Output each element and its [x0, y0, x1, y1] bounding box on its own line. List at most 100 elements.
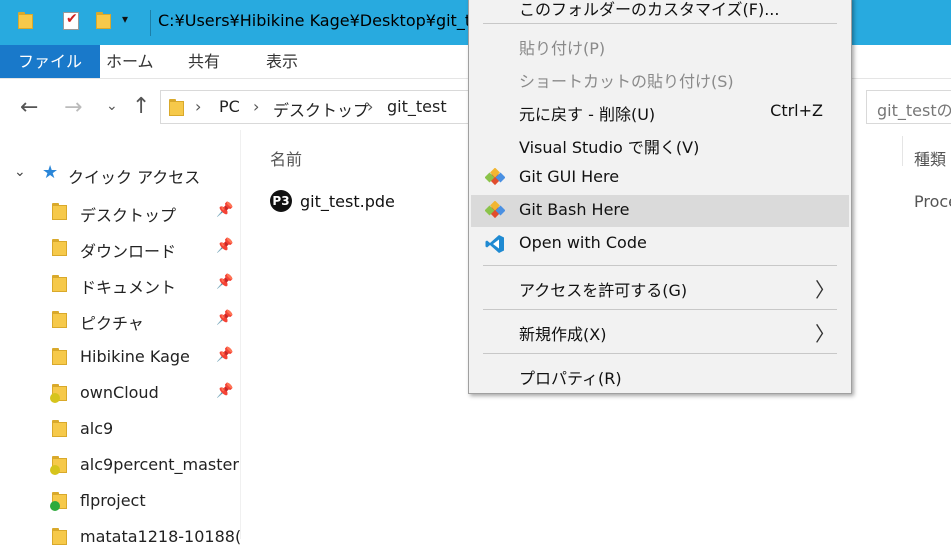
tab-home[interactable]: ホーム	[88, 45, 172, 78]
sidebar-item-label: ownCloud	[80, 383, 159, 402]
sidebar-item-pictures[interactable]: ピクチャ 📌	[52, 308, 240, 333]
menu-item-shortcut: Ctrl+Z	[770, 101, 823, 120]
git-icon	[485, 168, 505, 186]
menu-item-label: Open with Code	[519, 233, 647, 252]
menu-item-new[interactable]: 新規作成(X) 〉	[471, 316, 849, 348]
menu-item-label: Git GUI Here	[519, 167, 620, 186]
file-row[interactable]: P3 git_test.pde	[270, 190, 470, 216]
folder-icon	[52, 275, 67, 292]
menu-item-label: アクセスを許可する(G)	[519, 281, 688, 300]
breadcrumb-desktop[interactable]: デスクトップ	[273, 97, 369, 121]
sidebar-item-label: Hibikine Kage	[80, 347, 190, 366]
sidebar-item-label: ダウンロード	[80, 242, 177, 261]
sidebar-item-label: alc9percent_master	[80, 455, 239, 474]
folder-icon	[52, 348, 67, 365]
sidebar-item-alc9percent-master[interactable]: alc9percent_master	[50, 453, 240, 477]
pin-icon: 📌	[216, 347, 234, 363]
menu-item-label: 貼り付け(P)	[519, 39, 606, 58]
vscode-icon	[485, 235, 504, 253]
folder-icon	[52, 239, 67, 256]
breadcrumb-separator: ›	[253, 97, 260, 116]
pin-icon: 📌	[216, 238, 234, 254]
address-bar[interactable]: › PC › デスクトップ › git_test	[160, 90, 470, 124]
menu-item-give-access[interactable]: アクセスを許可する(G) 〉	[471, 272, 849, 304]
sync-badge-icon	[50, 465, 60, 475]
breadcrumb-separator: ›	[195, 97, 202, 116]
breadcrumb-git-test[interactable]: git_test	[387, 97, 447, 116]
menu-item-paste-shortcut[interactable]: ショートカットの貼り付け(S)	[471, 63, 849, 95]
git-icon	[485, 201, 505, 219]
folder-icon	[52, 420, 67, 437]
menu-item-label: ショートカットの貼り付け(S)	[519, 72, 734, 91]
navigation-pane: ⌄ ★ クイック アクセス デスクトップ 📌 ダウンロード 📌 ドキュメント 📌…	[0, 140, 241, 546]
star-icon: ★	[42, 162, 59, 183]
recent-locations-button[interactable]: ⌄	[106, 98, 118, 114]
back-button[interactable]: ←	[20, 95, 38, 120]
column-divider[interactable]	[902, 136, 903, 166]
sidebar-item-label: matata1218-10188(	[80, 527, 242, 546]
folder-icon	[18, 12, 33, 29]
pin-icon: 📌	[216, 383, 234, 399]
tab-view[interactable]: 表示	[248, 45, 316, 78]
menu-item-customize-folder[interactable]: このフォルダーのカスタマイズ(F)...	[471, 0, 849, 23]
search-placeholder: git_testの	[877, 101, 951, 120]
sidebar-item-owncloud[interactable]: ownCloud 📌	[50, 381, 240, 405]
menu-item-label: Visual Studio で開く(V)	[519, 138, 700, 157]
synced-badge-icon	[50, 501, 60, 511]
sidebar-item-alc9[interactable]: alc9	[52, 417, 240, 441]
processing-icon: P3	[270, 190, 292, 212]
title-separator	[150, 10, 151, 36]
chevron-down-icon[interactable]: ⌄	[14, 164, 26, 180]
pin-icon: 📌	[216, 274, 234, 290]
sidebar-item-label: デスクトップ	[80, 206, 177, 225]
chevron-right-icon: 〉	[815, 278, 835, 302]
menu-item-label: 新規作成(X)	[519, 325, 607, 344]
menu-separator	[483, 353, 837, 354]
pane-divider	[240, 130, 241, 539]
tab-file[interactable]: ファイル	[0, 45, 101, 78]
sidebar-item-matata[interactable]: matata1218-10188(	[52, 525, 242, 549]
menu-separator	[483, 309, 837, 310]
column-header-name[interactable]: 名前	[270, 146, 302, 170]
sidebar-item-downloads[interactable]: ダウンロード 📌	[52, 236, 240, 261]
menu-item-git-gui-here[interactable]: Git GUI Here	[471, 162, 849, 194]
new-folder-quick-access-button[interactable]	[96, 12, 111, 29]
sidebar-item-flproject[interactable]: flproject	[50, 489, 240, 513]
sidebar-item-label: ピクチャ	[80, 314, 144, 333]
sidebar-item-desktop[interactable]: デスクトップ 📌	[52, 200, 240, 225]
properties-quick-access-button[interactable]: ✔	[63, 11, 79, 30]
column-header-type[interactable]: 種類	[914, 146, 946, 170]
sync-badge-icon	[50, 393, 60, 403]
breadcrumb-pc[interactable]: PC	[219, 97, 240, 116]
customize-quick-access-dropdown[interactable]: ▾	[122, 12, 128, 26]
menu-item-label: このフォルダーのカスタマイズ(F)...	[519, 0, 780, 19]
folder-icon	[52, 528, 67, 545]
sidebar-item-label: flproject	[80, 491, 146, 510]
menu-item-undo-delete[interactable]: 元に戻す - 削除(U) Ctrl+Z	[471, 96, 849, 128]
menu-item-open-with-code[interactable]: Open with Code	[471, 228, 849, 260]
sidebar-item-documents[interactable]: ドキュメント 📌	[52, 272, 240, 297]
sidebar-item-label: ドキュメント	[80, 278, 177, 297]
menu-item-label: Git Bash Here	[519, 200, 630, 219]
file-name: git_test.pde	[300, 192, 395, 211]
chevron-right-icon: 〉	[815, 322, 835, 346]
menu-separator	[483, 265, 837, 266]
sidebar-item-hibikine-kage[interactable]: Hibikine Kage 📌	[52, 345, 240, 369]
window-title: C:¥Users¥Hibikine Kage¥Desktop¥git_t	[158, 11, 472, 30]
context-menu: このフォルダーのカスタマイズ(F)... 貼り付け(P) ショートカットの貼り付…	[468, 0, 852, 394]
search-box[interactable]: git_testの	[866, 90, 951, 124]
menu-item-properties[interactable]: プロパティ(R)	[471, 360, 849, 392]
tab-share[interactable]: 共有	[170, 45, 238, 78]
menu-item-git-bash-here[interactable]: Git Bash Here	[471, 195, 849, 227]
pin-icon: 📌	[216, 310, 234, 326]
file-type: Proce	[914, 192, 951, 211]
menu-item-paste[interactable]: 貼り付け(P)	[471, 30, 849, 62]
up-button[interactable]: ↑	[132, 94, 150, 119]
menu-separator	[483, 23, 837, 24]
check-icon: ✔	[66, 11, 78, 27]
forward-button[interactable]: →	[64, 95, 82, 120]
menu-item-open-visual-studio[interactable]: Visual Studio で開く(V)	[471, 129, 849, 161]
sidebar-item-label: alc9	[80, 419, 114, 438]
breadcrumb-separator: ›	[367, 97, 374, 116]
folder-icon	[169, 99, 184, 116]
